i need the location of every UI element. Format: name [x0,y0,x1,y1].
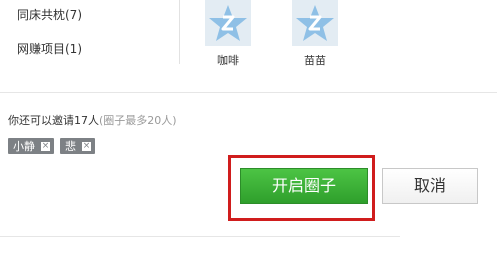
group-item[interactable]: 网赚项目(1) [17,40,82,57]
invite-remaining-text: 你还可以邀请17人(圈子最多20人) [8,112,177,128]
friend-item[interactable]: 苗苗 [287,0,343,68]
member-tag: 小静 × [8,138,54,154]
close-icon[interactable]: × [82,141,91,151]
friend-name: 咖啡 [217,54,239,67]
member-tag-label: 小静 [13,140,35,153]
footer-divider [0,236,400,237]
close-icon[interactable]: × [41,141,50,151]
member-tag-label: 悲 [65,140,76,153]
selected-members: 小静 × 悲 × [8,138,95,154]
member-tag: 悲 × [60,138,95,154]
invite-limit-note: (圈子最多20人) [99,114,177,127]
friend-item[interactable]: 咖啡 [200,0,256,68]
open-circle-button[interactable]: 开启圈子 [240,168,368,204]
qq-star-avatar-icon [292,0,338,46]
group-item[interactable]: 同床共枕(7) [17,6,82,23]
cancel-button[interactable]: 取消 [382,168,478,204]
friend-name: 苗苗 [304,54,326,67]
invite-count-text: 你还可以邀请17人 [8,114,99,127]
invite-circle-dialog: 同床共枕(7) 网赚项目(1) 咖啡 苗苗 你还可以邀请17人(圈子最多20人)… [0,0,497,263]
column-divider [179,0,180,64]
qq-star-avatar-icon [205,0,251,46]
section-divider [0,92,497,93]
